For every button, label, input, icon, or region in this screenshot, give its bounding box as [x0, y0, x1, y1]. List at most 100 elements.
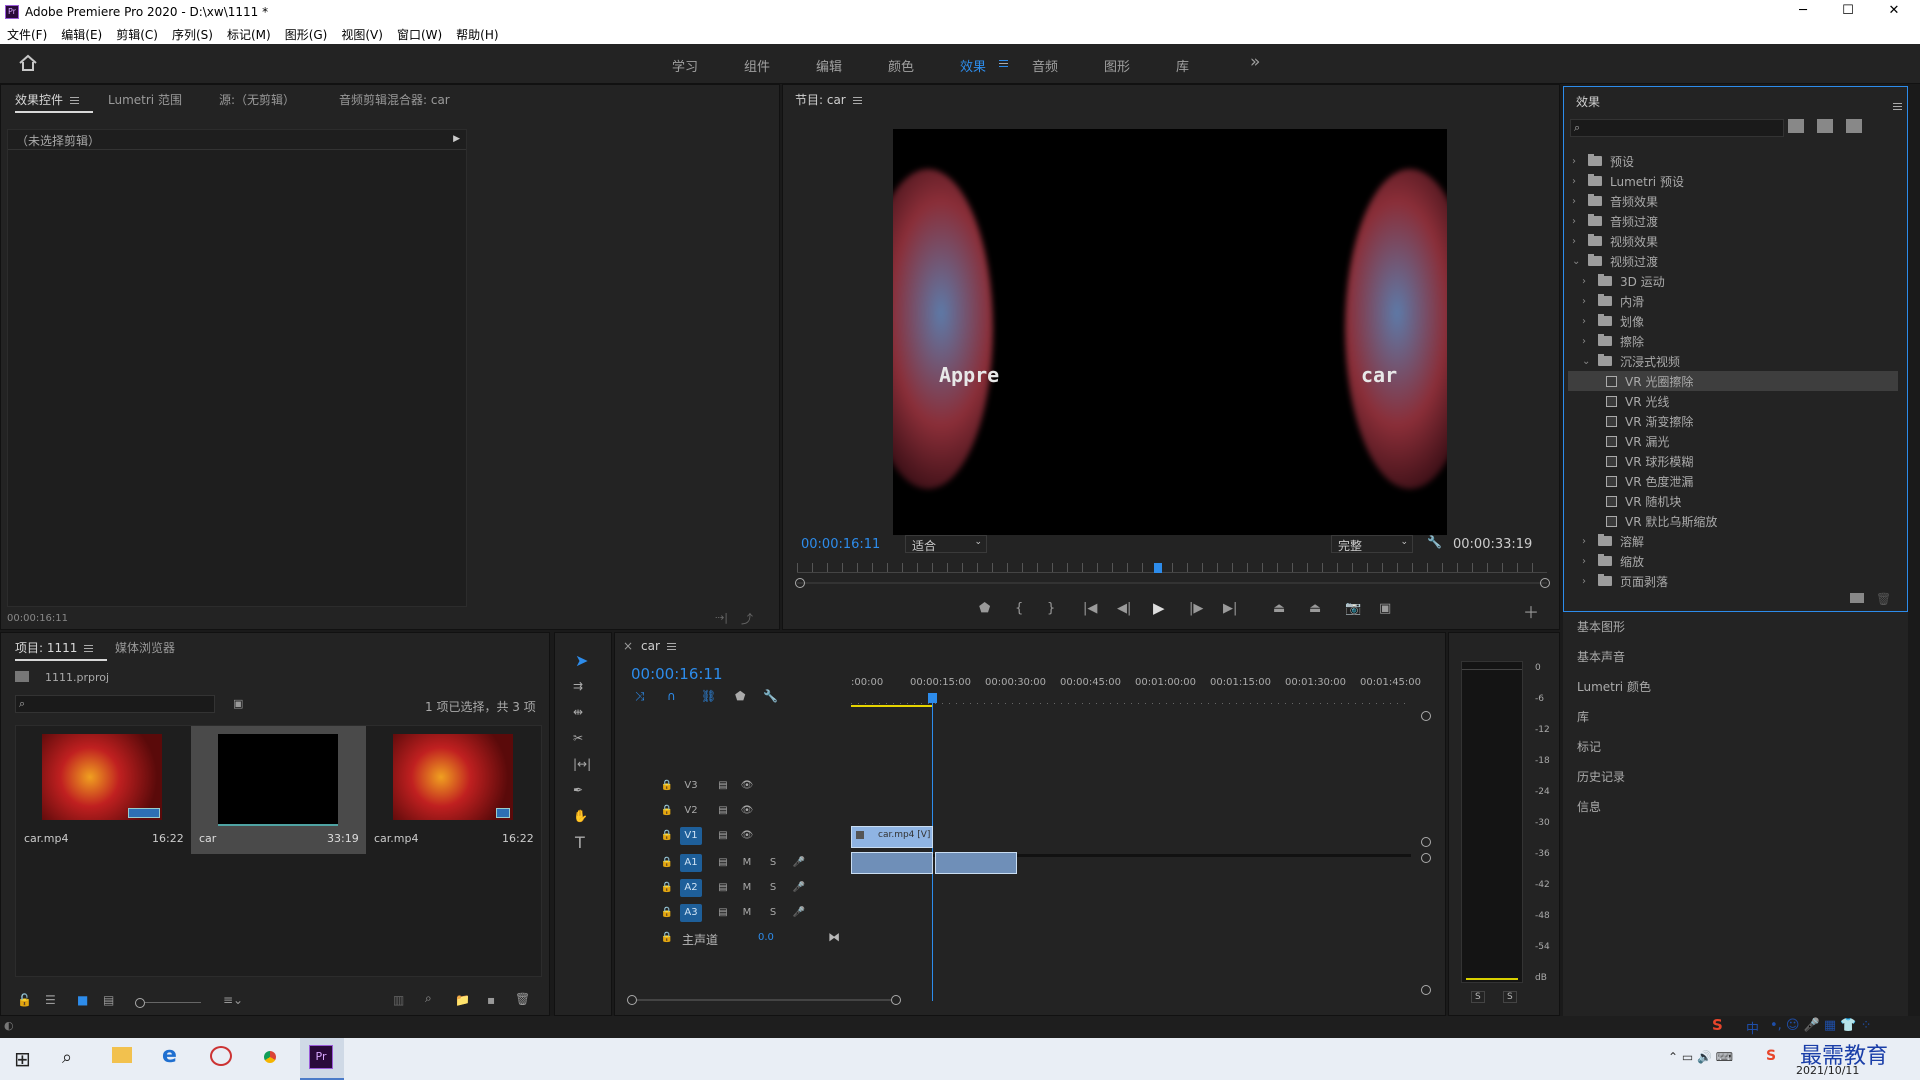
video-clip[interactable]: car.mp4 [V] — [851, 826, 933, 848]
tab-effect-controls[interactable]: 效果控件 — [15, 91, 94, 113]
solo-right-button[interactable]: S — [1503, 991, 1517, 1003]
solo-left-button[interactable]: S — [1471, 991, 1485, 1003]
workspace-tab-assembly[interactable]: 组件 — [744, 56, 770, 75]
yuv-effects-icon[interactable] — [1846, 119, 1862, 133]
tab-lumetri-scopes[interactable]: Lumetri 范围 — [108, 91, 182, 108]
effects-tree-item[interactable]: › 音频效果 — [1572, 191, 1898, 211]
pen-tool-icon[interactable]: ✒ — [573, 783, 583, 797]
nest-icon[interactable]: ⤨ — [635, 689, 645, 704]
chevron-right-icon[interactable]: › — [1582, 296, 1592, 307]
track-sync-icon[interactable]: ▤ — [712, 802, 734, 820]
icon-view-icon[interactable]: ■ — [77, 993, 88, 1007]
type-tool-icon[interactable]: T — [575, 833, 585, 852]
menu-window[interactable]: 窗口(W) — [390, 26, 449, 43]
chevron-right-icon[interactable]: › — [1572, 196, 1582, 207]
chevron-right-icon[interactable]: › — [1582, 576, 1592, 587]
tab-project[interactable]: 项目: 1111 — [15, 639, 108, 661]
program-current-timecode[interactable]: 00:00:16:11 — [801, 537, 880, 552]
maximize-button[interactable]: ☐ — [1826, 0, 1870, 24]
hscroll-handle-right[interactable] — [891, 995, 901, 1005]
new-item-icon[interactable]: ▪ — [487, 993, 495, 1007]
file-explorer-icon[interactable] — [112, 1047, 132, 1063]
playhead-handle[interactable] — [928, 693, 937, 703]
go-to-out-icon[interactable]: ▶| — [1223, 601, 1237, 616]
accelerated-effects-icon[interactable] — [1788, 119, 1804, 133]
add-marker-icon[interactable]: ⬟ — [735, 689, 745, 703]
menu-sequence[interactable]: 序列(S) — [165, 26, 220, 43]
windows-start-icon[interactable]: ⊞ — [14, 1047, 31, 1071]
chevron-right-icon[interactable]: › — [1582, 336, 1592, 347]
track-lock-icon[interactable]: 🔒 — [656, 854, 678, 872]
panel-essential-graphics[interactable]: 基本图形 — [1577, 618, 1625, 635]
close-sequence-icon[interactable]: × — [623, 639, 633, 653]
hand-tool-icon[interactable]: ✋ — [573, 809, 588, 823]
delete-icon[interactable]: 🗑 — [1876, 592, 1891, 606]
master-volume[interactable]: 0.0 — [758, 932, 774, 943]
track-sync-icon[interactable]: ▤ — [712, 879, 734, 897]
program-video[interactable]: Appre car — [893, 129, 1447, 535]
chevron-right-icon[interactable]: › — [1582, 316, 1592, 327]
find-icon[interactable]: ⌕ — [425, 991, 432, 1006]
effects-title[interactable]: 效果 — [1576, 93, 1600, 110]
effects-tree-item[interactable]: VR 光线 — [1592, 391, 1898, 411]
add-button-icon[interactable]: ＋ — [1523, 599, 1539, 623]
track-target-label[interactable]: V3 — [680, 777, 702, 795]
workspace-tab-color[interactable]: 颜色 — [888, 56, 914, 75]
effects-tree-item[interactable]: › 擦除 — [1582, 331, 1898, 351]
expand-arrow-icon[interactable]: ▶ — [453, 134, 460, 144]
zoom-slider-handle[interactable] — [135, 998, 145, 1008]
slip-tool-icon[interactable]: |↔| — [573, 757, 591, 771]
chevron-right-icon[interactable]: › — [1582, 556, 1592, 567]
panel-info[interactable]: 信息 — [1577, 798, 1601, 815]
effects-tree-item[interactable]: ⌄ 视频过渡 — [1572, 251, 1898, 271]
new-bin-icon[interactable] — [1850, 593, 1864, 603]
panel-history[interactable]: 历史记录 — [1577, 768, 1625, 785]
zoom-slider-track[interactable] — [145, 1002, 201, 1003]
app-icon[interactable] — [210, 1046, 232, 1066]
track-target-label[interactable]: A3 — [680, 904, 702, 922]
vscroll-handle-mid2[interactable] — [1421, 853, 1431, 863]
effects-tree-item[interactable]: VR 漏光 — [1592, 431, 1898, 451]
panel-libraries[interactable]: 库 — [1577, 708, 1589, 725]
vscroll-handle-bottom[interactable] — [1421, 985, 1431, 995]
freeform-view-icon[interactable]: ▤ — [103, 993, 114, 1007]
sogou-tray-icon[interactable]: S — [1766, 1048, 1776, 1064]
panel-essential-sound[interactable]: 基本声音 — [1577, 648, 1625, 665]
chevron-right-icon[interactable]: › — [1572, 216, 1582, 227]
automate-icon[interactable]: ▥ — [393, 993, 404, 1007]
camera-icon[interactable]: 📷 — [1345, 601, 1361, 616]
add-marker-icon[interactable]: ⬟ — [979, 601, 990, 616]
track-lock-icon[interactable]: 🔒 — [656, 827, 678, 845]
effects-tree-item[interactable]: VR 渐变擦除 — [1592, 411, 1898, 431]
tray-icons[interactable]: ⌃ ▭ 🔊 ⌨ — [1668, 1050, 1733, 1064]
step-forward-icon[interactable]: |▶ — [1189, 601, 1203, 616]
hscroll-handle-left[interactable] — [627, 995, 637, 1005]
effects-tree-item[interactable]: VR 随机块 — [1592, 491, 1898, 511]
export-icon[interactable]: ⤴ — [741, 610, 753, 627]
fit-dropdown[interactable]: 适合 ⌄ — [905, 535, 987, 553]
sogou-ime-icon[interactable]: S — [1712, 1016, 1723, 1034]
effects-menu-icon[interactable] — [1893, 103, 1902, 110]
effects-tree-item[interactable]: › Lumetri 预设 — [1572, 171, 1898, 191]
zoom-handle-left[interactable] — [795, 578, 805, 588]
workspace-tab-editing[interactable]: 编辑 — [816, 56, 842, 75]
project-search-input[interactable]: ⌕ — [15, 695, 215, 713]
effects-tree-item[interactable]: ⌄ 沉浸式视频 — [1582, 351, 1898, 371]
effects-tree-item[interactable]: VR 光圈擦除 — [1568, 371, 1898, 391]
vscroll-handle-mid[interactable] — [1421, 837, 1431, 847]
menu-file[interactable]: 文件(F) — [0, 26, 54, 43]
list-view-icon[interactable]: ☰ — [45, 993, 56, 1007]
track-target-label[interactable]: V1 — [680, 827, 702, 845]
mark-in-icon[interactable]: { — [1015, 601, 1023, 616]
vscroll-handle-top[interactable] — [1421, 711, 1431, 721]
edge-icon[interactable]: e — [162, 1043, 177, 1068]
project-item-car-sequence[interactable]: car 33:19 — [191, 726, 366, 854]
panel-lumetri-color[interactable]: Lumetri 颜色 — [1577, 678, 1651, 695]
effects-tree-item[interactable]: › 内滑 — [1582, 291, 1898, 311]
workspace-tab-audio[interactable]: 音频 — [1032, 56, 1058, 75]
track-mute-button[interactable]: M — [736, 879, 758, 897]
minimize-button[interactable]: ─ — [1781, 0, 1825, 24]
track-sync-icon[interactable]: ▤ — [712, 904, 734, 922]
track-solo-button[interactable]: S — [762, 854, 784, 872]
work-area-bar[interactable] — [851, 705, 933, 707]
